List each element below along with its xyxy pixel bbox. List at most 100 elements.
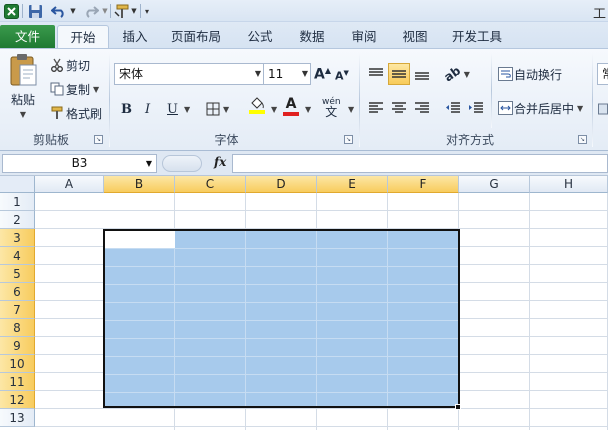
row-header-5[interactable]: 5	[0, 265, 35, 283]
format-painter-button[interactable]: 格式刷	[48, 103, 102, 123]
excel-logo-icon[interactable]	[3, 2, 19, 20]
currency-format-button[interactable]	[598, 99, 608, 119]
toolbar-separator	[110, 4, 111, 18]
clipboard-launcher-icon[interactable]: ↘	[94, 135, 103, 144]
fill-color-dropdown-icon[interactable]: ▼	[271, 105, 277, 114]
increase-font-size-button[interactable]: A▲	[314, 64, 331, 84]
row-header-10[interactable]: 10	[0, 355, 35, 373]
alignment-launcher-icon[interactable]: ↘	[578, 135, 587, 144]
phonetic-dropdown-icon[interactable]: ▼	[348, 105, 354, 114]
decrease-indent-icon	[446, 102, 460, 113]
font-size-combo[interactable]: 11 ▼	[263, 63, 311, 85]
row-header-6[interactable]: 6	[0, 283, 35, 301]
merge-center-button[interactable]: 合并后居中 ▼	[496, 98, 583, 118]
tab-page-layout[interactable]: 页面布局	[163, 25, 229, 48]
undo-dropdown-icon[interactable]: ▼	[69, 2, 77, 20]
column-header-h[interactable]: H	[530, 176, 608, 193]
scissors-icon	[48, 58, 66, 72]
row-header-8[interactable]: 8	[0, 319, 35, 337]
format-painter-dropdown-icon[interactable]: ▼	[130, 2, 138, 20]
number-format-combo[interactable]: 常	[597, 63, 608, 85]
align-middle-button[interactable]	[388, 63, 410, 85]
group-separator	[109, 53, 110, 147]
excel-window: ▼ ▼ ▼ ▾ 工 文件 开始 插入 页面布局 公式 数据 审阅 视图 开发工具…	[0, 0, 608, 430]
undo-icon[interactable]	[48, 2, 70, 20]
increase-indent-icon	[469, 102, 483, 113]
font-size-dropdown-icon[interactable]: ▼	[302, 64, 308, 84]
tab-view[interactable]: 视图	[392, 25, 438, 48]
worksheet-grid[interactable]: ABCDEFGH 1 2 3 4 5 6 7 8 9 10 11 12 13	[0, 176, 608, 430]
row-header-7[interactable]: 7	[0, 301, 35, 319]
column-header-b[interactable]: B	[104, 176, 175, 193]
brush-icon	[48, 106, 66, 120]
row-header-13[interactable]: 13	[0, 409, 35, 427]
font-name-dropdown-icon[interactable]: ▼	[255, 64, 261, 84]
column-header-f[interactable]: F	[388, 176, 459, 193]
formula-input[interactable]	[232, 154, 608, 173]
borders-button[interactable]: ▼	[206, 99, 229, 119]
row-header-1[interactable]: 1	[0, 193, 35, 211]
tab-review[interactable]: 审阅	[341, 25, 387, 48]
row-header-11[interactable]: 11	[0, 373, 35, 391]
redo-dropdown-icon[interactable]: ▼	[101, 2, 109, 20]
cut-button[interactable]: 剪切	[48, 55, 90, 75]
align-left-button[interactable]	[365, 97, 387, 119]
align-right-button[interactable]	[411, 97, 433, 119]
tab-developer[interactable]: 开发工具	[445, 25, 509, 48]
font-size-value: 11	[268, 67, 284, 81]
redo-icon[interactable]	[80, 2, 102, 20]
wrap-text-label: 自动换行	[514, 67, 563, 82]
tab-formulas[interactable]: 公式	[237, 25, 283, 48]
fill-color-button[interactable]	[249, 97, 265, 121]
row-gridline	[35, 210, 608, 211]
phonetic-guide-button[interactable]: wén 文	[322, 97, 341, 121]
toolbar-separator	[22, 4, 23, 18]
fill-handle[interactable]	[455, 404, 461, 410]
copy-button[interactable]: 复制 ▼	[48, 79, 99, 99]
paste-button[interactable]: 粘贴 ▼	[4, 53, 42, 127]
increase-indent-button[interactable]	[465, 97, 487, 119]
save-icon[interactable]	[26, 2, 44, 20]
column-header-g[interactable]: G	[459, 176, 530, 193]
column-header-c[interactable]: C	[175, 176, 246, 193]
formula-divider-handle[interactable]	[162, 155, 202, 172]
column-header-a[interactable]: A	[35, 176, 104, 193]
tab-home[interactable]: 开始	[57, 25, 109, 48]
align-middle-icon	[392, 70, 406, 78]
font-color-button[interactable]: A	[283, 97, 299, 121]
decrease-font-size-icon: A▼	[335, 69, 349, 83]
underline-button[interactable]: U	[167, 99, 178, 119]
name-box-dropdown-icon[interactable]: ▼	[146, 155, 152, 172]
decrease-indent-button[interactable]	[442, 97, 464, 119]
font-launcher-icon[interactable]: ↘	[344, 135, 353, 144]
tab-file[interactable]: 文件	[0, 25, 55, 48]
column-header-d[interactable]: D	[246, 176, 317, 193]
group-separator	[592, 53, 593, 147]
name-box[interactable]: B3 ▼	[2, 154, 157, 173]
decrease-font-size-button[interactable]: A▼	[335, 66, 349, 86]
wrap-text-button[interactable]: 自动换行	[496, 64, 562, 84]
align-top-button[interactable]	[365, 63, 387, 85]
row-header-9[interactable]: 9	[0, 337, 35, 355]
row-header-12[interactable]: 12	[0, 391, 35, 409]
tab-insert[interactable]: 插入	[113, 25, 157, 48]
name-box-value: B3	[71, 156, 88, 170]
fx-icon[interactable]: fx	[214, 155, 226, 169]
row-header-3[interactable]: 3	[0, 229, 35, 247]
customize-icon[interactable]: ▾	[142, 2, 152, 20]
format-painter-label: 格式刷	[66, 106, 103, 121]
orientation-button[interactable]: ab ▼	[441, 63, 469, 84]
column-header-e[interactable]: E	[317, 176, 388, 193]
align-center-button[interactable]	[388, 97, 410, 119]
align-bottom-button[interactable]	[411, 63, 433, 85]
font-name-combo[interactable]: 宋体 ▼	[114, 63, 264, 85]
underline-dropdown-icon[interactable]: ▼	[184, 105, 190, 114]
font-color-dropdown-icon[interactable]: ▼	[305, 105, 311, 114]
select-all-corner[interactable]	[0, 176, 35, 193]
italic-button[interactable]: I	[145, 99, 150, 119]
bold-button[interactable]: B	[121, 99, 132, 119]
tab-data[interactable]: 数据	[289, 25, 335, 48]
format-painter-icon[interactable]	[113, 2, 131, 20]
row-header-4[interactable]: 4	[0, 247, 35, 265]
row-header-2[interactable]: 2	[0, 211, 35, 229]
